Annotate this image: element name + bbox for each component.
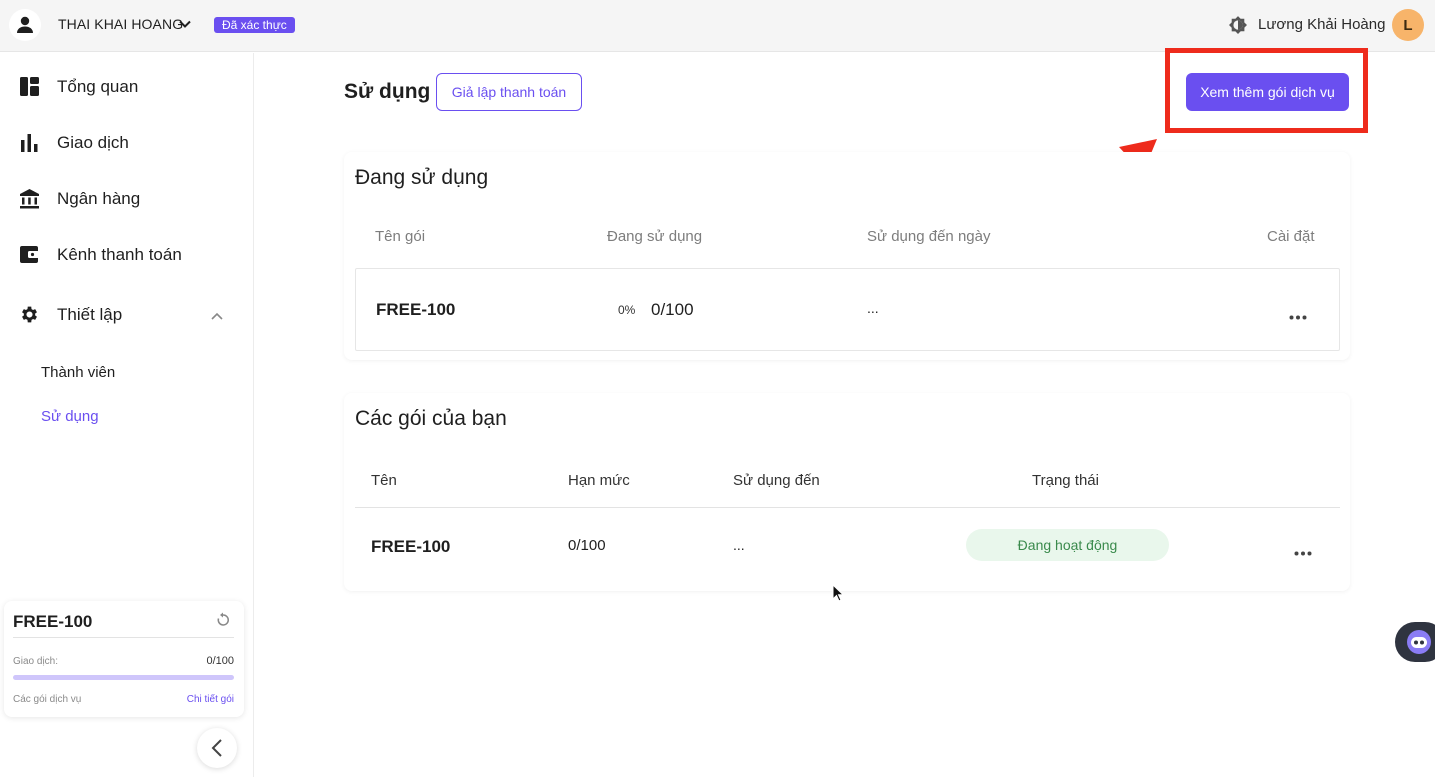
column-header: Trạng thái: [1032, 472, 1099, 489]
services-link[interactable]: Các gói dịch vụ: [13, 694, 81, 705]
bank-icon: [19, 188, 40, 209]
column-header: Sử dụng đến: [733, 472, 820, 489]
divider: [13, 637, 234, 638]
sidebar-item-bank[interactable]: Ngân hàng: [0, 178, 254, 218]
chevron-down-icon[interactable]: [178, 17, 192, 36]
theme-toggle-icon[interactable]: [1226, 13, 1250, 42]
in-use-title: Đang sử dụng: [355, 166, 489, 189]
wallet-icon: [19, 244, 40, 265]
sidebar-item-transactions[interactable]: Giao dịch: [0, 122, 254, 162]
chevron-up-icon[interactable]: [210, 308, 224, 326]
bar-chart-icon: [19, 132, 40, 153]
verified-badge: Đã xác thực: [214, 17, 295, 33]
plan-detail-link[interactable]: Chi tiết gói: [187, 694, 234, 705]
in-use-card: Đang sử dụng Tên gói Đang sử dụng Sử dụn…: [344, 152, 1350, 360]
user-name[interactable]: Lương Khải Hoàng: [1258, 16, 1385, 33]
usage-value: 0/100: [651, 300, 694, 319]
chat-widget-button[interactable]: [1395, 622, 1435, 662]
main-content: Sử dụng Giả lập thanh toán Xem thêm gói …: [255, 48, 1435, 777]
your-plans-title: Các gói của bạn: [355, 407, 507, 430]
top-bar: THAI KHAI HOANG Đã xác thực Lương Khải H…: [0, 0, 1435, 52]
plan-summary-card: FREE-100 Giao dịch: 0/100 Các gói dịch v…: [4, 601, 244, 717]
table-row: FREE-100 0% 0/100 ...: [355, 268, 1340, 351]
more-options-icon[interactable]: [1289, 307, 1307, 325]
sidebar-item-settings[interactable]: Thiết lập: [0, 294, 254, 334]
sidebar-item-payment-channel[interactable]: Kênh thanh toán: [0, 234, 254, 274]
chatbot-icon: [1407, 630, 1431, 654]
plan-name: FREE-100: [376, 300, 456, 319]
usage-progress-bar: [13, 675, 234, 680]
sidebar-subitem-members[interactable]: Thành viên: [41, 364, 115, 381]
collapse-sidebar-button[interactable]: [197, 728, 237, 768]
plan-name: FREE-100: [371, 537, 451, 556]
org-name[interactable]: THAI KHAI HOANG: [58, 16, 183, 32]
sidebar-item-overview[interactable]: Tổng quan: [0, 66, 254, 106]
avatar[interactable]: L: [1392, 9, 1424, 41]
more-options-icon[interactable]: [1294, 543, 1312, 561]
usage-percent: 0%: [618, 303, 636, 317]
your-plans-card: Các gói của bạn Tên Hạn mức Sử dụng đến …: [344, 393, 1350, 591]
plan-until: ...: [733, 537, 745, 553]
mouse-cursor-icon: [832, 584, 844, 602]
refresh-icon[interactable]: [215, 612, 231, 633]
column-header: Tên: [371, 472, 397, 489]
sidebar-item-label: Kênh thanh toán: [57, 245, 182, 264]
column-header: Hạn mức: [568, 472, 630, 489]
column-header: Tên gói: [375, 228, 426, 245]
sidebar-item-label: Ngân hàng: [57, 189, 141, 208]
transactions-value: 0/100: [206, 655, 234, 667]
usage-until: ...: [867, 300, 879, 316]
simulate-payment-button[interactable]: Giả lập thanh toán: [436, 73, 582, 111]
status-badge: Đang hoạt động: [966, 529, 1169, 561]
column-header: Sử dụng đến ngày: [867, 228, 991, 245]
transactions-label: Giao dịch:: [13, 656, 59, 667]
dashboard-icon: [19, 76, 40, 97]
sidebar-subitem-usage[interactable]: Sử dụng: [41, 408, 99, 425]
user-icon[interactable]: [9, 9, 41, 41]
divider: [355, 507, 1340, 508]
page-title: Sử dụng: [344, 80, 431, 103]
plan-limit: 0/100: [568, 537, 606, 554]
sidebar-item-label: Thiết lập: [57, 305, 123, 324]
plan-name: FREE-100: [13, 612, 93, 631]
sidebar-item-label: Tổng quan: [57, 77, 139, 96]
highlight-box: [1165, 48, 1368, 133]
column-header: Cài đặt: [1267, 228, 1315, 245]
column-header: Đang sử dụng: [607, 228, 703, 245]
chevron-left-icon: [211, 739, 222, 757]
gear-icon: [19, 304, 40, 325]
sidebar-item-label: Giao dịch: [57, 133, 129, 152]
